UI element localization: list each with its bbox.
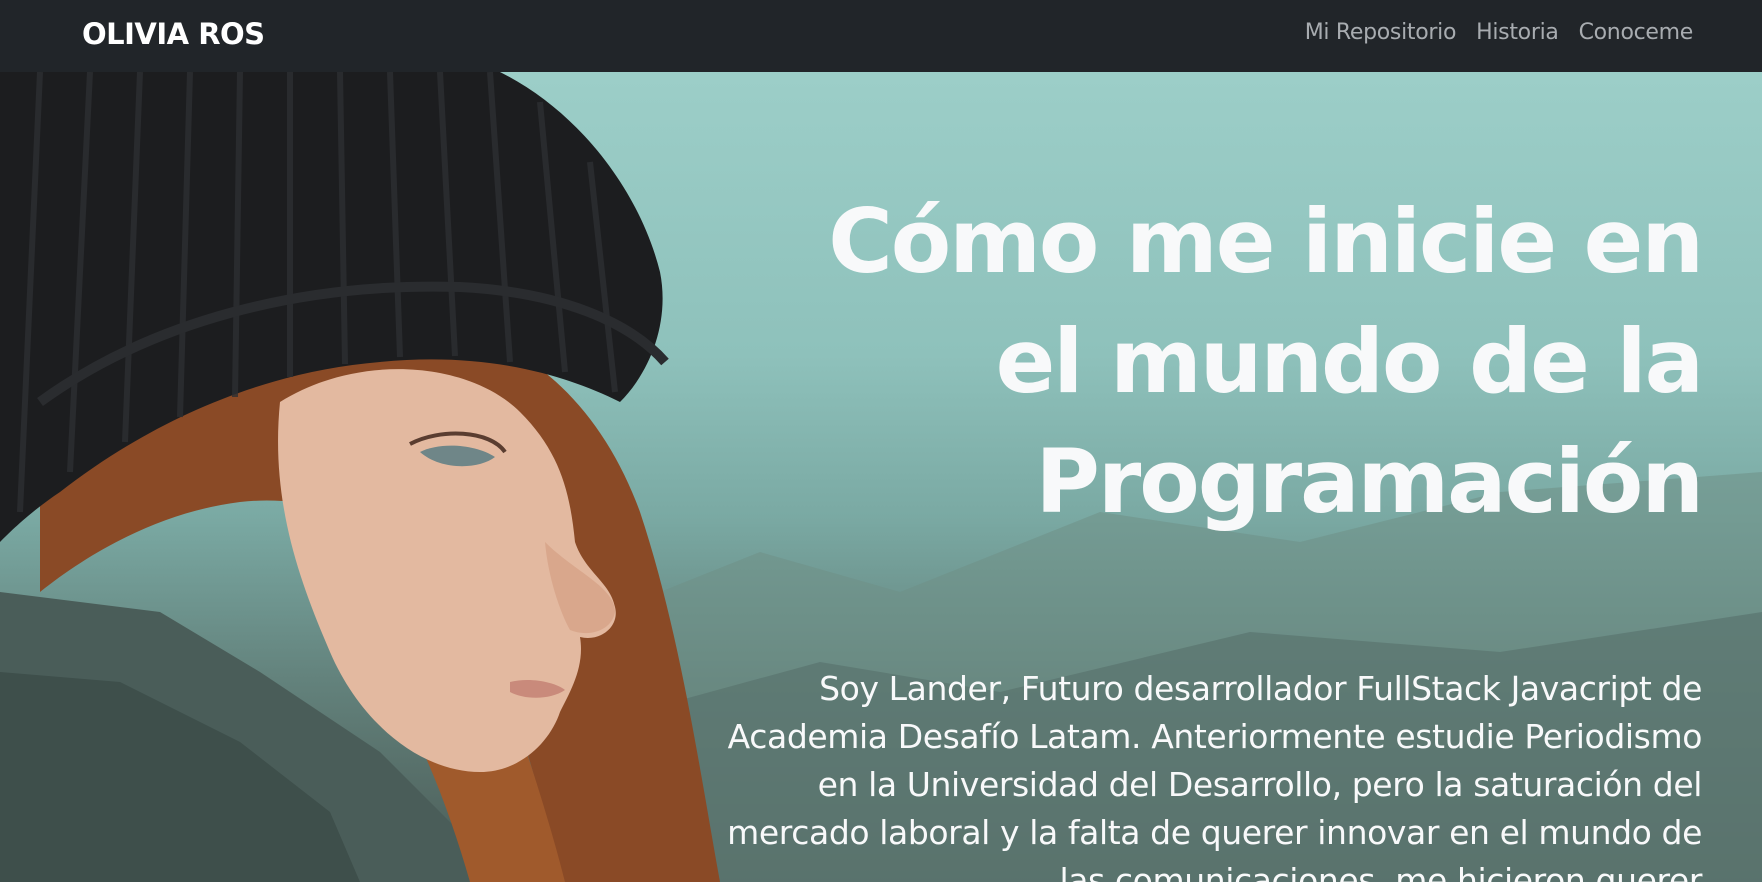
hero-text: Soy Lander, Futuro desarrollador FullSta… [727, 669, 1702, 882]
nav-links: Mi Repositorio Historia Conoceme [1305, 17, 1694, 49]
nav-link-repositorio[interactable]: Mi Repositorio [1305, 17, 1457, 49]
hero-title: Cómo me inicie en el mundo de la Program… [828, 190, 1704, 533]
brand-logo[interactable]: OLIVIA ROS [82, 16, 265, 52]
nav-link-conoceme[interactable]: Conoceme [1579, 17, 1694, 49]
hero-section: Cómo me inicie en el mundo de la Program… [0, 72, 1762, 882]
top-navbar: OLIVIA ROS Mi Repositorio Historia Conoc… [0, 0, 1762, 72]
nav-link-historia[interactable]: Historia [1476, 17, 1559, 49]
